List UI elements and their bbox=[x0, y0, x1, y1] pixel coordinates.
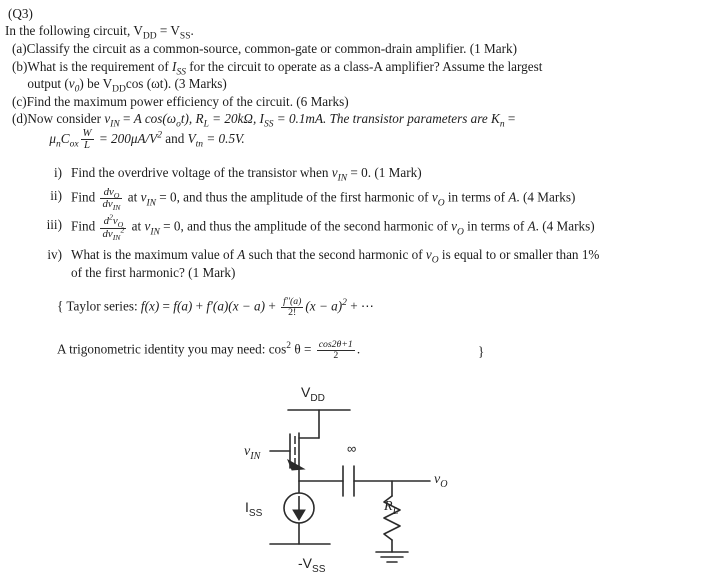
w-over-l-fraction: WL bbox=[80, 126, 94, 152]
part-text-c: Find the maximum power efficiency of the… bbox=[26, 93, 349, 109]
subpart-iv: iv) What is the maximum value of A such … bbox=[36, 246, 700, 281]
subpart-i: i) Find the overdrive voltage of the tra… bbox=[36, 164, 700, 184]
question-part-b: (b) What is the requirement of ISS for t… bbox=[12, 58, 698, 95]
current-source-arrow bbox=[292, 496, 306, 521]
cos-squared-fraction: cos2θ+1 2 bbox=[316, 339, 355, 362]
circuit-label-iss: ISS bbox=[245, 499, 263, 519]
part-text-b: What is the requirement of ISS for the c… bbox=[27, 58, 543, 95]
circuit-label-vout: vO bbox=[434, 472, 448, 490]
subpart-text-i: Find the overdrive voltage of the transi… bbox=[71, 165, 422, 184]
first-derivative-fraction: dvO dvIN bbox=[100, 185, 123, 213]
part-marker-b: (b) bbox=[12, 58, 28, 74]
circuit-schematic-svg bbox=[269, 409, 431, 563]
circuit-label-rl: RL bbox=[384, 499, 399, 517]
question-intro: In the following circuit, VDD = VSS. bbox=[5, 23, 194, 42]
second-derivative-fraction: d2vO dvIN2 bbox=[100, 212, 127, 242]
hint-trig-identity: A trigonometric identity you may need: c… bbox=[57, 339, 361, 362]
circuit-diagram: VDD -VSS ISS vIN vO RL ∞ bbox=[240, 384, 490, 581]
question-subparts-list: i) Find the overdrive voltage of the tra… bbox=[36, 164, 700, 281]
circuit-label-vin: vIN bbox=[244, 444, 261, 462]
taylor-second-term-fraction: f′′(a) 2! bbox=[281, 296, 304, 319]
subpart-text-iii: Find d2vO dvIN2 at vIN = 0, and thus the … bbox=[71, 212, 595, 242]
question-part-c: (c) Find the maximum power efficiency of… bbox=[12, 93, 698, 111]
subpart-marker-iii: iii) bbox=[46, 217, 62, 233]
part-marker-c: (c) bbox=[12, 93, 27, 109]
question-number: (Q3) bbox=[8, 6, 33, 21]
circuit-label-vdd: VDD bbox=[301, 384, 325, 404]
part-marker-d: (d) bbox=[12, 111, 28, 127]
part-text-d: Now consider vIN = A cos(ωot), RL = 20kΩ… bbox=[27, 111, 516, 152]
subpart-marker-ii: ii) bbox=[50, 187, 62, 203]
question-part-a: (a) Classify the circuit as a common-sou… bbox=[12, 40, 698, 58]
circuit-label-vss: -VSS bbox=[298, 555, 326, 575]
question-part-d: (d) Now consider vIN = A cos(ωot), RL = … bbox=[12, 110, 698, 151]
ground-symbol bbox=[375, 551, 409, 563]
question-parts-list: (a) Classify the circuit as a common-sou… bbox=[12, 40, 698, 152]
subpart-text-iv: What is the maximum value of A such that… bbox=[71, 247, 600, 280]
subpart-iii: iii) Find d2vO dvIN2 at vIN = 0, and thus… bbox=[36, 212, 700, 242]
part-text-a: Classify the circuit as a common-source,… bbox=[26, 41, 517, 56]
exam-question-page: (Q3) In the following circuit, VDD = VSS… bbox=[0, 0, 702, 584]
hint-taylor-series: { Taylor series: f(x) = f(a) + f′(a)(x −… bbox=[57, 296, 375, 319]
part-marker-a: (a) bbox=[12, 41, 27, 56]
hint-closing-brace: } bbox=[478, 344, 485, 359]
circuit-label-capacitor-infinity: ∞ bbox=[347, 441, 357, 456]
subpart-marker-i: i) bbox=[53, 165, 62, 180]
subpart-text-ii: Find dvO dvIN at vIN = 0, and thus the am… bbox=[71, 185, 576, 213]
subpart-marker-iv: iv) bbox=[47, 247, 62, 263]
subpart-ii: ii) Find dvO dvIN at vIN = 0, and thus th… bbox=[36, 185, 700, 213]
